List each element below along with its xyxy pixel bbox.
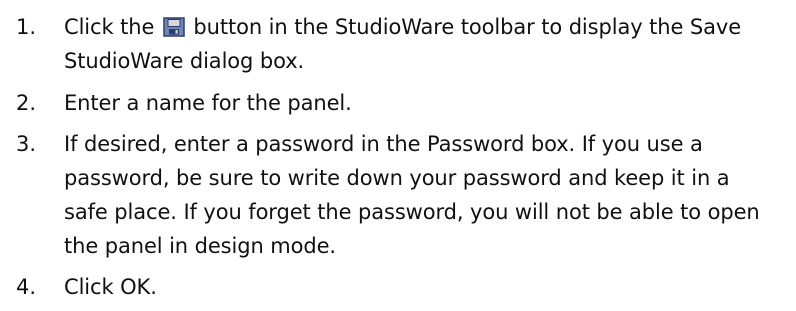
step-number: 4. [16, 275, 37, 299]
step-text: Click OK. [64, 275, 157, 299]
step-text: Enter a name for the panel. [64, 91, 352, 115]
step-text: If desired, enter a password in the Pass… [64, 132, 760, 258]
step-number: 2. [16, 91, 37, 115]
step-text-before-icon: Click the [64, 15, 161, 39]
step-text: Click the button in the StudioWare toolb… [64, 10, 774, 78]
step-number: 1. [16, 15, 37, 39]
save-disk-icon [163, 13, 185, 37]
instruction-steps: 1. Click the button in the StudioWare to… [0, 0, 796, 311]
step-number: 3. [16, 132, 37, 156]
